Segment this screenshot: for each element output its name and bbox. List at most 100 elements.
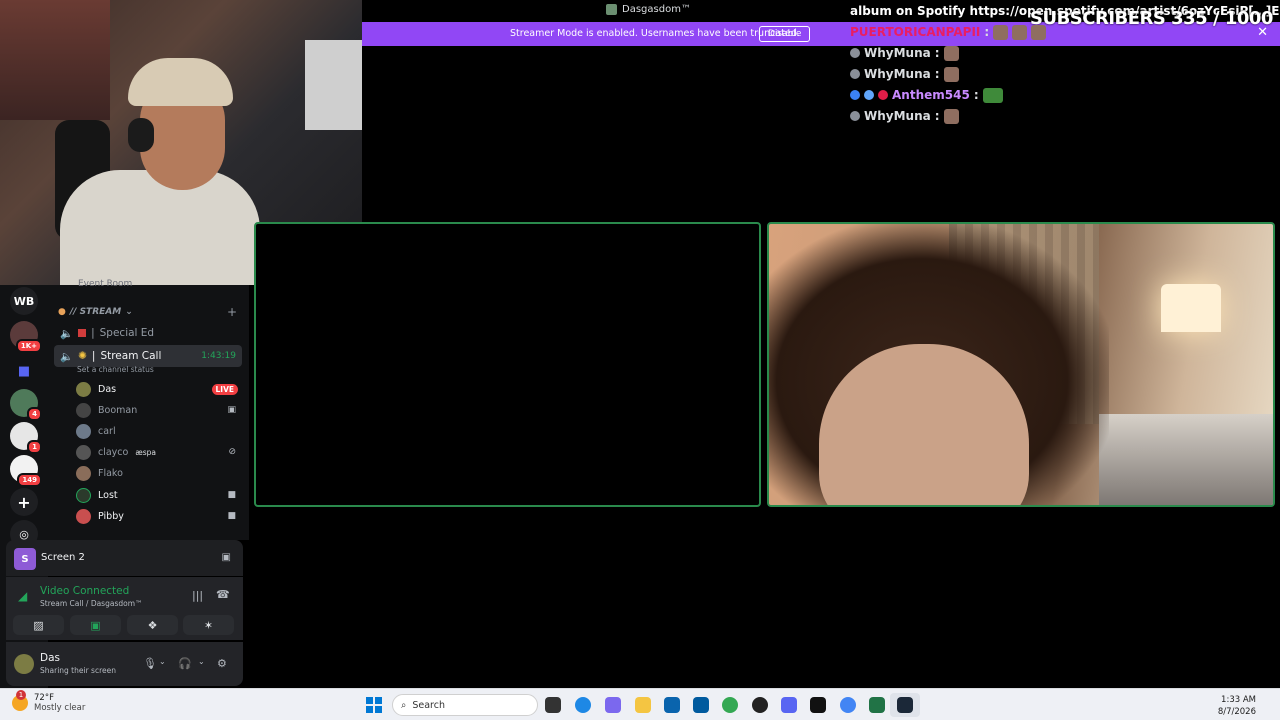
screen-share-button[interactable]: ▣ [70, 615, 121, 635]
server-item[interactable]: 1K+ [10, 321, 42, 353]
copilot-icon[interactable] [605, 697, 621, 713]
emote-icon [1031, 24, 1047, 40]
chat-badge-icon [878, 90, 888, 100]
signal-icon[interactable]: ◢ [18, 589, 27, 603]
unread-badge: 1K+ [15, 339, 42, 353]
weather-sun-icon: 1 [12, 690, 28, 711]
webcam-person-cap [128, 58, 233, 106]
task-view-icon[interactable] [545, 697, 561, 713]
streamer-mode-message: Streamer Mode is enabled. Usernames have… [510, 28, 800, 39]
emote-icon [943, 108, 959, 124]
taskbar-search[interactable]: ⌕ Search [392, 694, 538, 716]
chat-badge-icon [850, 69, 860, 79]
voice-user[interactable]: carl [76, 421, 242, 441]
windows-start-icon[interactable] [366, 697, 382, 713]
weather-widget[interactable]: 1 72°F Mostly clear [12, 690, 86, 713]
windows-taskbar: 1 72°F Mostly clear ⌕ Search 1:33 AM 8/7… [0, 688, 1280, 720]
avatar [76, 423, 91, 439]
chat-badge-icon [850, 90, 860, 100]
outlook-icon[interactable] [664, 697, 680, 713]
voice-user[interactable]: Das LIVE [76, 379, 242, 399]
window-title: Dasgasdom™ [606, 4, 691, 15]
chrome-profile-icon[interactable] [840, 697, 856, 713]
soundboard-button[interactable]: ✶ [183, 615, 234, 635]
emote-icon [943, 66, 959, 82]
camera-off-icon: ▨ [33, 618, 44, 632]
channel-event-room[interactable]: Event Room [78, 279, 132, 289]
settings-gear-icon[interactable]: ⚙ [217, 657, 227, 670]
chevron-down-icon[interactable]: ⌄ [198, 657, 205, 666]
edge-icon[interactable] [575, 697, 591, 713]
chevron-down-icon[interactable]: ⌄ [159, 657, 166, 666]
server-item[interactable]: 1 [10, 422, 42, 454]
voice-channel-path[interactable]: Stream Call / Dasgasdom™ [40, 599, 143, 608]
store-icon[interactable] [693, 697, 709, 713]
add-server-icon[interactable]: + [10, 488, 38, 516]
noise-suppression-icon[interactable]: ||| [192, 589, 203, 602]
taskbar-clock[interactable]: 1:33 AM 8/7/2026 [1218, 694, 1256, 718]
user-status: Sharing their screen [40, 666, 116, 675]
video-blanket [1099, 414, 1273, 505]
voice-user[interactable]: clayco æspa ⊘ [76, 442, 242, 462]
steam-icon[interactable] [897, 697, 913, 713]
video-tile-participant[interactable] [767, 222, 1275, 507]
chat-username: WhyMuna [864, 109, 931, 123]
excel-icon[interactable] [869, 697, 885, 713]
deafened-icon: ▣ [227, 405, 236, 415]
avatar [76, 508, 91, 524]
chrome-icon[interactable] [722, 697, 738, 713]
folder-icon[interactable]: ■ [10, 357, 38, 385]
webcam-headphones [128, 118, 154, 152]
obs-icon[interactable] [752, 697, 768, 713]
category-header[interactable]: ● // STREAM ⌄ [58, 307, 133, 317]
chat-message: WhyMuna : [850, 108, 959, 124]
username[interactable]: Das [40, 652, 60, 664]
screen-avatar: S [14, 548, 36, 570]
voice-user[interactable]: Pibby ■ [76, 506, 242, 526]
server-item[interactable]: 149 [10, 455, 42, 487]
chat-username: WhyMuna [864, 46, 931, 60]
avatar [76, 381, 91, 397]
server-wb[interactable]: WB [10, 287, 38, 315]
weather-temp: 72°F [34, 693, 54, 703]
avatar [76, 465, 91, 481]
voice-user[interactable]: Flako [76, 463, 242, 483]
screen-share-panel: S Screen 2 ▣ [6, 540, 243, 576]
voice-user[interactable]: Booman ▣ [76, 400, 242, 420]
add-channel-icon[interactable]: + [227, 305, 237, 319]
channel-special-ed[interactable]: 🔈 | Special Ed [54, 322, 242, 344]
chat-message: PUERTORICANPAPII : [850, 24, 1047, 40]
channel-emoji-icon [78, 329, 87, 337]
video-lamp [1161, 284, 1221, 332]
server-item[interactable]: 4 [10, 389, 42, 421]
weather-condition: Mostly clear [34, 703, 86, 713]
terminal-icon[interactable] [810, 697, 826, 713]
voice-status[interactable]: Video Connected [40, 585, 129, 597]
channel-status-hint[interactable]: Set a channel status [77, 365, 154, 374]
call-timer: 1:43:19 [201, 351, 236, 361]
discord-icon[interactable] [781, 697, 797, 713]
headphones-icon[interactable]: 🎧 [178, 657, 192, 670]
disconnect-icon[interactable]: ☎ [216, 588, 230, 601]
activities-button[interactable]: ❖ [127, 615, 178, 635]
disable-streamer-mode-button[interactable]: Disable [759, 26, 811, 42]
avatar[interactable] [14, 654, 34, 674]
camera-off-button[interactable]: ▨ [13, 615, 64, 635]
microphone-icon[interactable]: 🎙 [143, 657, 157, 670]
user-tag: æspa [135, 447, 156, 457]
chat-username: WhyMuna [864, 67, 931, 81]
camera-icon: ■ [227, 490, 236, 500]
channel-stream-call[interactable]: 🔈 ✺ | Stream Call 1:43:19 [54, 345, 242, 367]
voice-user[interactable]: Lost ■ [76, 485, 242, 505]
chevron-down-icon: ⌄ [125, 307, 133, 317]
speaker-icon: 🔈 [60, 350, 74, 363]
webcam-person-shirt [60, 170, 260, 285]
emote-icon [993, 24, 1009, 40]
video-tile-empty[interactable] [254, 222, 761, 507]
avatar [76, 444, 91, 460]
chat-badge-icon [864, 90, 874, 100]
emote-icon [1012, 24, 1028, 40]
popout-icon[interactable]: ▣ [222, 552, 231, 563]
unread-badge: 4 [27, 407, 42, 421]
file-explorer-icon[interactable] [635, 697, 651, 713]
